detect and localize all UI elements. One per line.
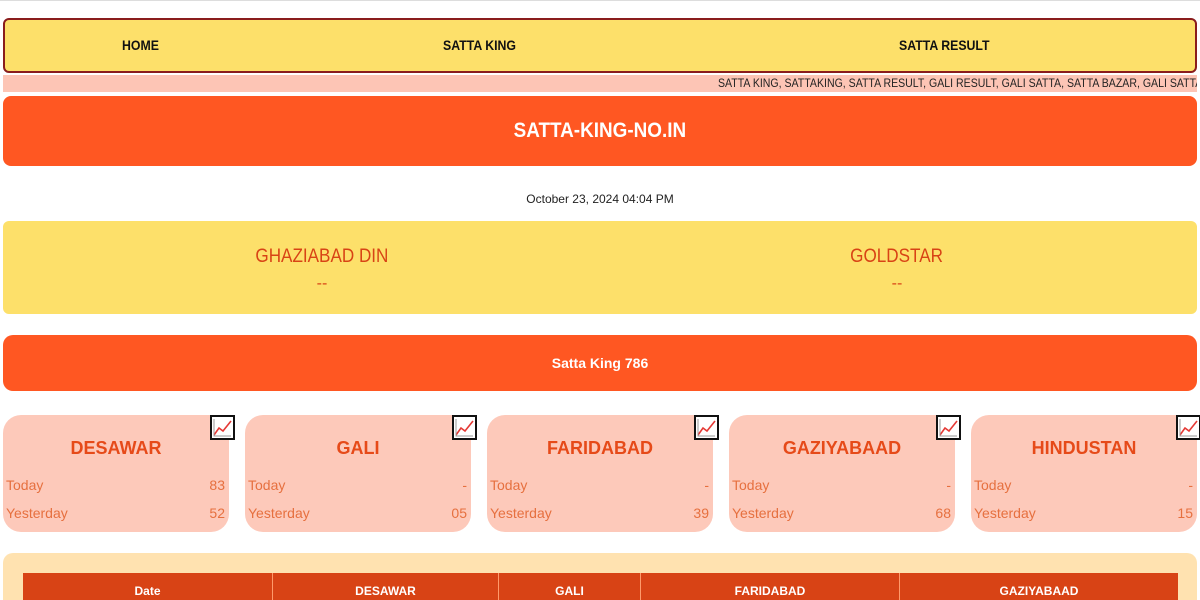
yesterday-label: Yesterday	[490, 505, 552, 521]
card-title: FARIDABAD	[547, 438, 653, 458]
marquee-text: SATTA KING, SATTAKING, SATTA RESULT, GAL…	[718, 76, 1197, 90]
live-game-result: --	[316, 275, 328, 292]
table-header-cell[interactable]: FARIDABAD	[641, 573, 900, 600]
site-title: SATTA-KING-NO.IN	[513, 119, 687, 142]
today-value: -	[1188, 477, 1193, 493]
card-title: GALI	[336, 438, 380, 458]
live-game-ghaziabad-din: GHAZIABAD DIN --	[122, 221, 522, 295]
yesterday-value: 15	[1177, 505, 1193, 521]
today-label: Today	[732, 477, 770, 493]
table-header-label: Date	[134, 584, 161, 598]
site-title-banner: SATTA-KING-NO.IN	[3, 96, 1197, 166]
keyword-marquee: SATTA KING, SATTAKING, SATTA RESULT, GAL…	[3, 75, 1197, 92]
live-game-result: --	[891, 275, 903, 292]
live-game-name: GOLDSTAR	[850, 246, 944, 267]
result-card-gaziyabaad: GAZIYABAAD Today - Yesterday 68	[729, 415, 961, 532]
live-results-box: GHAZIABAD DIN -- GOLDSTAR --	[3, 221, 1197, 314]
today-label: Today	[248, 477, 286, 493]
today-value: -	[946, 477, 951, 493]
yesterday-value: 52	[209, 505, 225, 521]
today-row: Today -	[490, 475, 709, 495]
result-card-faridabad: FARIDABAD Today - Yesterday 39	[487, 415, 719, 532]
top-divider	[0, 0, 1200, 1]
today-row: Today 83	[6, 475, 225, 495]
table-header-cell[interactable]: Date	[23, 573, 273, 600]
yesterday-value: 05	[451, 505, 467, 521]
result-card-gali: GALI Today - Yesterday 05	[245, 415, 477, 532]
yesterday-value: 39	[693, 505, 709, 521]
section-title: Satta King 786	[3, 335, 1197, 391]
table-header-cell[interactable]: DESAWAR	[273, 573, 499, 600]
today-label: Today	[974, 477, 1012, 493]
card-title: HINDUSTAN	[1031, 438, 1137, 458]
yesterday-value: 68	[935, 505, 951, 521]
today-row: Today -	[974, 475, 1193, 495]
today-row: Today -	[732, 475, 951, 495]
current-datetime: October 23, 2024 04:04 PM	[526, 192, 674, 206]
yesterday-row: Yesterday 15	[974, 503, 1193, 523]
results-table-header: Date DESAWAR GALI FARIDABAD GAZIYABAAD	[23, 573, 1178, 600]
today-label: Today	[490, 477, 528, 493]
yesterday-label: Yesterday	[6, 505, 68, 521]
card-title: DESAWAR	[70, 438, 162, 458]
live-game-name: GHAZIABAD DIN	[255, 246, 389, 267]
table-header-cell[interactable]: GALI	[499, 573, 641, 600]
yesterday-label: Yesterday	[248, 505, 310, 521]
main-navbar: HOME SATTA KING SATTA RESULT	[3, 18, 1197, 73]
result-card-desawar: DESAWAR Today 83 Yesterday 52	[3, 415, 235, 532]
result-card-hindustan: HINDUSTAN Today - Yesterday 15	[971, 415, 1200, 532]
yesterday-label: Yesterday	[732, 505, 794, 521]
today-value: 83	[209, 477, 225, 493]
nav-satta-result-link[interactable]: SATTA RESULT	[899, 20, 990, 71]
live-game-goldstar: GOLDSTAR --	[697, 221, 1097, 295]
yesterday-row: Yesterday 52	[6, 503, 225, 523]
yesterday-label: Yesterday	[974, 505, 1036, 521]
today-row: Today -	[248, 475, 467, 495]
nav-satta-king-link[interactable]: SATTA KING	[443, 20, 516, 71]
today-label: Today	[6, 477, 44, 493]
yesterday-row: Yesterday 39	[490, 503, 709, 523]
today-value: -	[704, 477, 709, 493]
results-table-section: Date DESAWAR GALI FARIDABAD GAZIYABAAD	[3, 553, 1197, 600]
yesterday-row: Yesterday 68	[732, 503, 951, 523]
yesterday-row: Yesterday 05	[248, 503, 467, 523]
table-header-cell[interactable]: GAZIYABAAD	[900, 573, 1178, 600]
nav-home-link[interactable]: HOME	[122, 20, 159, 71]
today-value: -	[462, 477, 467, 493]
card-title: GAZIYABAAD	[782, 438, 902, 458]
